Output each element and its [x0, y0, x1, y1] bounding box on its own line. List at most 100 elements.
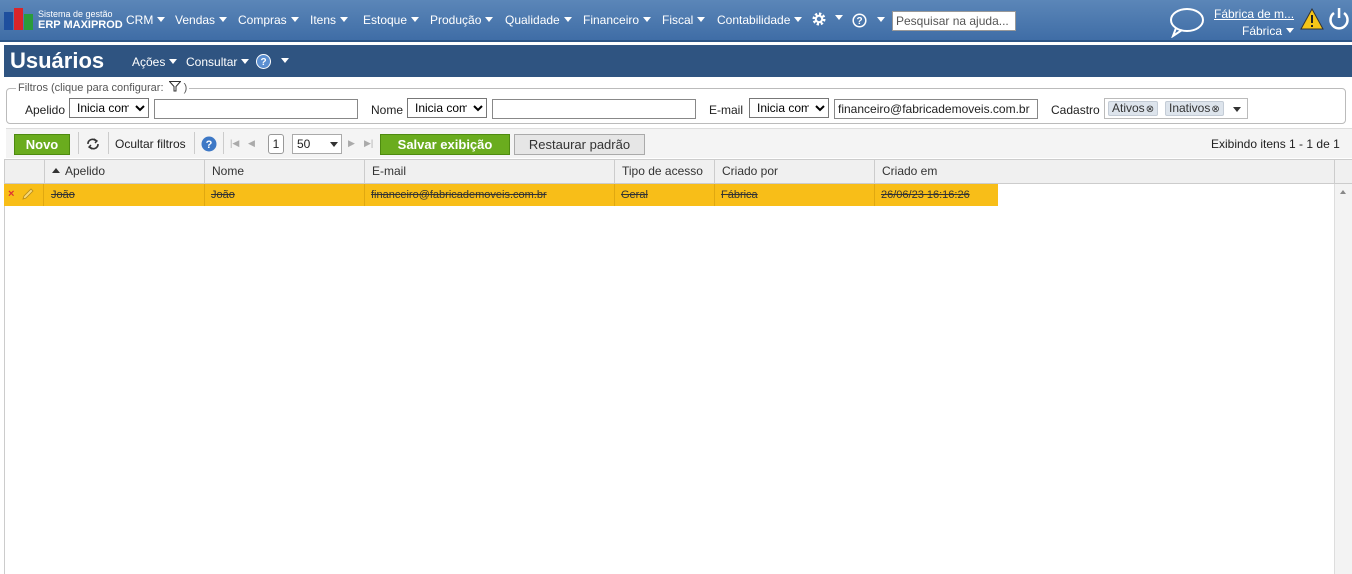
- save-view-button[interactable]: Salvar exibição: [380, 134, 510, 155]
- page-help-menu[interactable]: ?: [256, 54, 289, 70]
- menu-estoque[interactable]: Estoque: [363, 13, 420, 27]
- nome-filter-input[interactable]: [492, 99, 696, 119]
- column-header-criado-em[interactable]: Criado em: [874, 159, 1335, 184]
- grid-left-border: [4, 159, 5, 574]
- last-page-icon[interactable]: ▶|: [364, 138, 373, 149]
- chevron-down-icon: [157, 17, 166, 22]
- menu-compras[interactable]: Compras: [238, 13, 299, 27]
- scroll-up-icon[interactable]: [1340, 190, 1346, 194]
- power-icon[interactable]: [1328, 7, 1350, 31]
- new-button[interactable]: Novo: [14, 134, 70, 155]
- menu-vendas[interactable]: Vendas: [175, 13, 228, 27]
- warning-icon[interactable]: [1300, 8, 1324, 30]
- question-icon: ?: [852, 13, 867, 28]
- menu-estoque-label: Estoque: [363, 13, 408, 27]
- logo-text: Sistema de gestão ERP MAXIPROD: [38, 9, 123, 31]
- column-header-email[interactable]: E-mail: [364, 159, 614, 184]
- apelido-filter-input[interactable]: [154, 99, 358, 119]
- company-unit-label: Fábrica: [1242, 24, 1283, 38]
- column-header-tipo-acesso[interactable]: Tipo de acesso: [614, 159, 714, 184]
- restore-default-button[interactable]: Restaurar padrão: [514, 134, 645, 155]
- delete-icon[interactable]: ×: [8, 188, 14, 200]
- chevron-down-icon: [1286, 28, 1295, 33]
- column-header-criado-por[interactable]: Criado por: [714, 159, 874, 184]
- maxiprod-logo[interactable]: [4, 8, 34, 32]
- chevron-down-icon: [241, 59, 250, 64]
- cell-email: financeiro@fabricademoveis.com.br: [371, 189, 547, 201]
- page-title: Usuários: [10, 48, 105, 73]
- help-search-input[interactable]: [892, 11, 1016, 31]
- menu-fiscal[interactable]: Fiscal: [662, 13, 706, 27]
- page-size-value: 50: [297, 137, 311, 151]
- filters-legend[interactable]: Filtros (clique para configurar: ): [16, 81, 190, 94]
- actions-menu[interactable]: Ações: [132, 55, 178, 69]
- chevron-down-icon: [411, 17, 420, 22]
- company-unit-select[interactable]: Fábrica: [1242, 24, 1295, 38]
- company-name-link[interactable]: Fábrica de m...: [1214, 7, 1294, 21]
- hide-filters-button[interactable]: Ocultar filtros: [115, 137, 186, 151]
- column-header-scroll-spacer: [1334, 159, 1352, 184]
- menu-qualidade[interactable]: Qualidade: [505, 13, 572, 27]
- menu-financeiro[interactable]: Financeiro: [583, 13, 652, 27]
- menu-qualidade-label: Qualidade: [505, 13, 560, 27]
- cadastro-filter-tags[interactable]: Ativos⊗ Inativos⊗: [1104, 98, 1248, 119]
- grid-vertical-scrollbar[interactable]: [1334, 184, 1352, 574]
- cell-criado-em: 26/06/23 16:16:26: [881, 189, 970, 201]
- chevron-down-icon: [835, 15, 843, 21]
- menu-contabilidade[interactable]: Contabilidade: [717, 13, 803, 27]
- current-page-box[interactable]: 1: [268, 134, 284, 154]
- nome-filter-label: Nome: [371, 103, 404, 117]
- toolbar-separator: [223, 132, 224, 154]
- cell-apelido: João: [51, 189, 75, 201]
- edit-pencil-icon[interactable]: [21, 187, 35, 201]
- first-page-icon[interactable]: |◀: [230, 138, 239, 149]
- tag-ativos[interactable]: Ativos⊗: [1108, 101, 1159, 116]
- svg-text:?: ?: [206, 139, 213, 151]
- menu-crm[interactable]: CRM: [126, 13, 166, 27]
- page-size-select[interactable]: 50: [292, 134, 342, 154]
- apelido-filter-mode[interactable]: Inicia com: [69, 98, 149, 118]
- email-filter-mode[interactable]: Inicia com: [749, 98, 829, 118]
- filter-icon[interactable]: [167, 81, 182, 92]
- chevron-down-icon: [281, 58, 289, 63]
- tag-inativos[interactable]: Inativos⊗: [1165, 101, 1224, 116]
- chevron-down-icon: [485, 17, 494, 22]
- tag-inativos-label: Inativos: [1169, 101, 1211, 115]
- column-header-nome[interactable]: Nome: [204, 159, 364, 184]
- apelido-filter-label: Apelido: [25, 103, 66, 117]
- column-header-criado-por-label: Criado por: [722, 164, 779, 178]
- next-page-icon[interactable]: ▶: [348, 138, 355, 149]
- chevron-down-icon: [169, 59, 178, 64]
- refresh-icon[interactable]: [85, 137, 101, 151]
- menu-crm-label: CRM: [126, 13, 154, 27]
- toolbar-separator: [194, 132, 195, 154]
- settings-menu[interactable]: [811, 11, 843, 27]
- chevron-down-icon: [697, 17, 706, 22]
- chevron-down-icon: [340, 17, 349, 22]
- menu-producao-label: Produção: [430, 13, 482, 27]
- email-filter-input[interactable]: [834, 99, 1038, 119]
- cadastro-filter-label: Cadastro: [1051, 103, 1100, 117]
- column-header-tipo-acesso-label: Tipo de acesso: [622, 164, 703, 178]
- column-header-email-label: E-mail: [372, 164, 407, 178]
- close-icon[interactable]: ⊗: [1211, 104, 1219, 115]
- previous-page-icon[interactable]: ◀: [248, 138, 255, 149]
- menu-producao[interactable]: Produção: [430, 13, 494, 27]
- gear-icon: [812, 12, 826, 26]
- chevron-down-icon: [643, 17, 652, 22]
- column-header-apelido[interactable]: Apelido: [44, 159, 204, 184]
- chevron-down-icon[interactable]: [1233, 107, 1241, 112]
- menu-compras-label: Compras: [238, 13, 287, 27]
- column-header-nome-label: Nome: [212, 164, 245, 178]
- cell-tipo-acesso: Geral: [621, 189, 648, 201]
- help-menu[interactable]: ?: [852, 13, 885, 28]
- close-icon[interactable]: ⊗: [1146, 104, 1154, 115]
- consult-menu[interactable]: Consultar: [186, 55, 250, 69]
- question-icon[interactable]: ?: [201, 136, 217, 152]
- nome-filter-mode[interactable]: Inicia com: [407, 98, 487, 118]
- column-header-criado-em-label: Criado em: [882, 164, 938, 178]
- chat-icon[interactable]: [1168, 6, 1206, 38]
- chevron-down-icon: [563, 17, 572, 22]
- menu-itens[interactable]: Itens: [310, 13, 349, 27]
- toolbar-separator: [108, 132, 109, 154]
